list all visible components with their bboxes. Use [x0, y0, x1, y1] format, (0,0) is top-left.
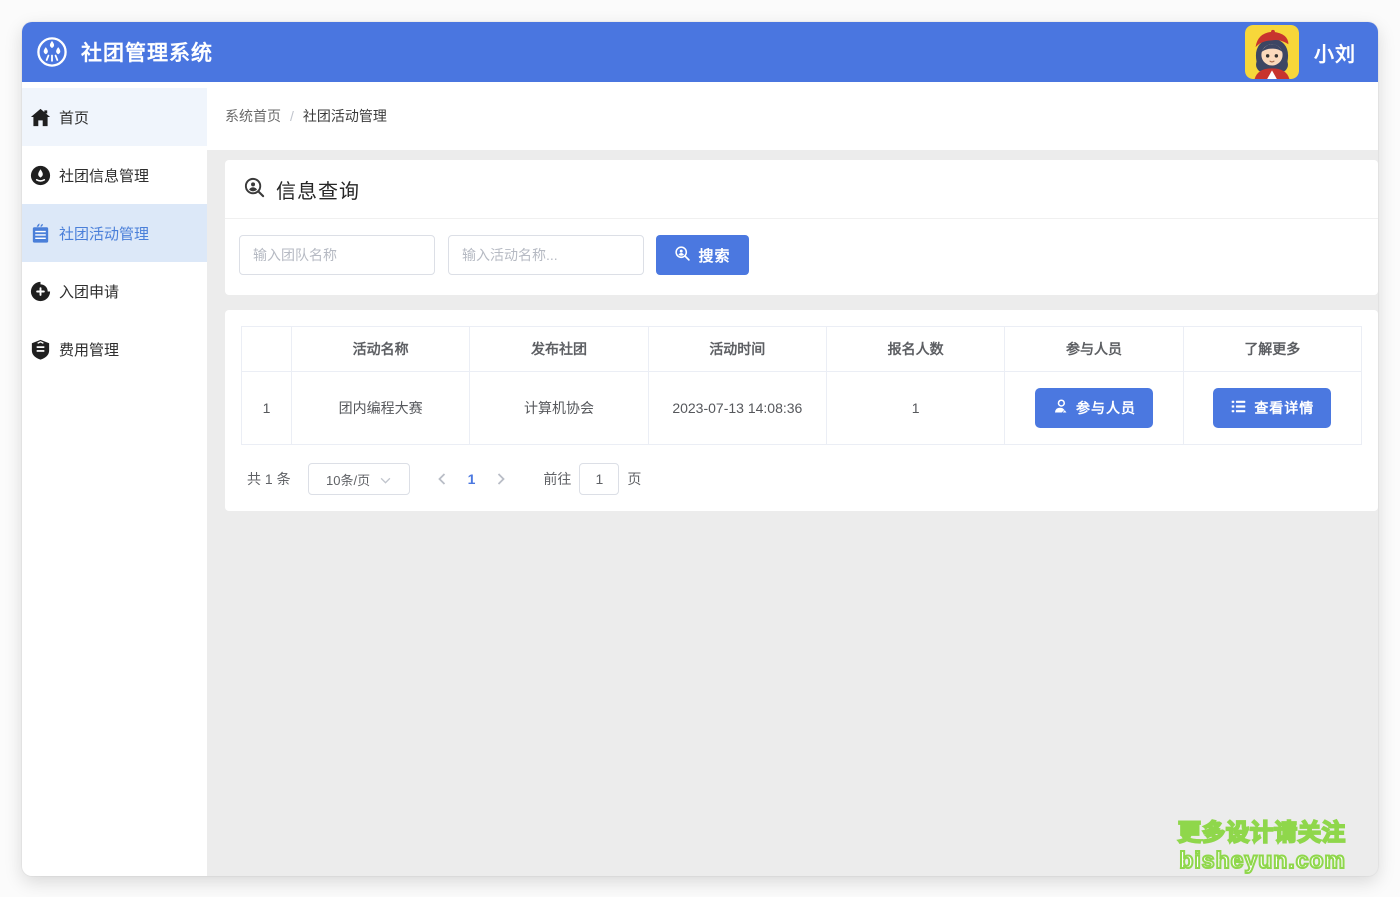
app-window: 社团管理系统 小刘 [22, 22, 1378, 876]
table-row: 1 团内编程大赛 计算机协会 2023-07-13 14:08:36 1 [242, 372, 1362, 445]
query-card: 信息查询 搜索 [225, 160, 1378, 295]
home-icon [28, 105, 52, 129]
top-header: 社团管理系统 小刘 [22, 22, 1378, 82]
activity-name-input[interactable] [448, 235, 644, 275]
list-icon [1230, 398, 1254, 418]
sidebar-item-home[interactable]: 首页 [22, 88, 207, 146]
query-card-header: 信息查询 [225, 160, 1378, 219]
table-card: 活动名称 发布社团 活动时间 报名人数 参与人员 了解更多 1 团内编程大赛 计 [225, 310, 1378, 511]
watermark-line1: 更多设计请关注 [1178, 818, 1346, 846]
breadcrumb-item-home[interactable]: 系统首页 [225, 106, 281, 126]
current-page[interactable]: 1 [468, 471, 476, 487]
club-info-icon [28, 163, 52, 187]
search-user-icon [243, 176, 266, 204]
user-icon [1052, 398, 1076, 418]
breadcrumb-item-current: 社团活动管理 [303, 106, 387, 126]
prev-page-button[interactable] [434, 469, 450, 489]
avatar[interactable] [1245, 25, 1299, 79]
watermark-line2: bisheyun.com [1178, 846, 1346, 874]
col-count: 报名人数 [826, 327, 1004, 372]
search-button-label: 搜索 [698, 245, 730, 266]
sidebar-item-label: 社团信息管理 [59, 165, 149, 186]
search-icon [674, 245, 698, 266]
participants-button[interactable]: 参与人员 [1035, 388, 1153, 428]
cell-count: 1 [826, 372, 1004, 445]
main-content: 系统首页 / 社团活动管理 信息查询 [207, 82, 1378, 876]
cell-participants: 参与人员 [1005, 372, 1183, 445]
sidebar-item-fee[interactable]: 费用管理 [22, 320, 207, 378]
fee-icon [28, 337, 52, 361]
sidebar: 首页 社团信息管理 [22, 82, 207, 876]
pagination-total: 共 1 条 [247, 469, 291, 489]
watermark: 更多设计请关注 bisheyun.com [1178, 818, 1346, 874]
next-page-button[interactable] [493, 469, 509, 489]
view-detail-button[interactable]: 查看详情 [1213, 388, 1331, 428]
cell-club: 计算机协会 [470, 372, 648, 445]
page-size-select[interactable]: 10条/页 [308, 463, 410, 495]
search-button[interactable]: 搜索 [656, 235, 749, 275]
col-more: 了解更多 [1183, 327, 1361, 372]
activity-table: 活动名称 发布社团 活动时间 报名人数 参与人员 了解更多 1 团内编程大赛 计 [241, 326, 1362, 445]
table-header-row: 活动名称 发布社团 活动时间 报名人数 参与人员 了解更多 [242, 327, 1362, 372]
page-size-value: 10条/页 [326, 470, 370, 489]
col-club: 发布社团 [470, 327, 648, 372]
cell-time: 2023-07-13 14:08:36 [648, 372, 826, 445]
sidebar-item-club-activity[interactable]: 社团活动管理 [22, 204, 207, 262]
sidebar-item-label: 入团申请 [59, 281, 119, 302]
goto-page-input[interactable] [579, 463, 619, 495]
view-detail-button-label: 查看详情 [1254, 398, 1314, 418]
sidebar-item-join-apply[interactable]: 入团申请 [22, 262, 207, 320]
chevron-down-icon [380, 471, 391, 487]
page-unit-label: 页 [627, 469, 641, 489]
cell-more: 查看详情 [1183, 372, 1361, 445]
sidebar-item-club-info[interactable]: 社团信息管理 [22, 146, 207, 204]
pagination: 共 1 条 10条/页 1 [241, 463, 1362, 495]
cell-index: 1 [242, 372, 292, 445]
goto-label: 前往 [543, 469, 571, 489]
breadcrumb: 系统首页 / 社团活动管理 [207, 82, 1378, 150]
col-activity-name: 活动名称 [292, 327, 470, 372]
username[interactable]: 小刘 [1314, 38, 1356, 67]
cell-activity-name: 团内编程大赛 [292, 372, 470, 445]
club-activity-icon [28, 221, 52, 245]
col-time: 活动时间 [648, 327, 826, 372]
search-row: 搜索 [225, 219, 1378, 295]
participants-button-label: 参与人员 [1076, 398, 1136, 418]
sidebar-item-label: 社团活动管理 [59, 223, 149, 244]
sidebar-item-label: 首页 [59, 107, 89, 128]
query-card-title: 信息查询 [276, 175, 360, 204]
app-title: 社团管理系统 [81, 37, 213, 67]
app-logo-icon [36, 36, 68, 68]
col-participants: 参与人员 [1005, 327, 1183, 372]
sidebar-item-label: 费用管理 [59, 339, 119, 360]
team-name-input[interactable] [239, 235, 435, 275]
col-index [242, 327, 292, 372]
breadcrumb-separator: / [290, 108, 294, 124]
join-apply-icon [28, 279, 52, 303]
